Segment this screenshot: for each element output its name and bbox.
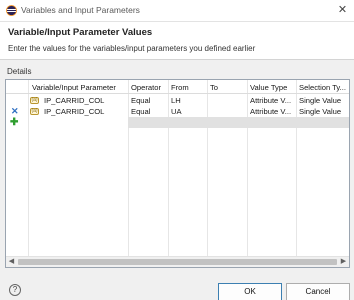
column-header-to[interactable]: To [208,82,246,93]
value-type-cell[interactable]: Attribute V... [248,106,295,117]
operator-cell[interactable]: Equal [129,95,167,106]
scrollbar-thumb[interactable] [18,259,337,265]
dialog-description: Enter the values for the variables/input… [8,44,256,53]
parameter-icon: (a) [30,97,39,104]
parameter-cell[interactable]: IP_CARRID_COL [42,95,127,106]
column-header-value-type[interactable]: Value Type [248,82,295,93]
close-icon[interactable]: ✕ [334,2,351,19]
parameter-table: Variable/Input Parameter Operator From T… [5,79,350,268]
column-header-from[interactable]: From [169,82,206,93]
ok-button[interactable]: OK [218,283,282,300]
title-bar: Variables and Input Parameters ✕ [0,0,354,22]
cancel-button[interactable]: Cancel [286,283,350,300]
scroll-right-icon[interactable]: ▶ [338,257,349,267]
table-header: Variable/Input Parameter Operator From T… [6,82,349,94]
horizontal-scrollbar[interactable]: ◀ ▶ [6,256,349,267]
from-cell[interactable]: LH [169,95,206,106]
help-icon[interactable]: ? [9,284,21,296]
operator-cell[interactable]: Equal [129,106,167,117]
column-header-operator[interactable]: Operator [129,82,167,93]
parameter-icon: (a) [30,108,39,115]
selection-type-cell[interactable]: Single Value [297,106,349,117]
add-row[interactable]: ✚ [6,117,349,128]
delete-icon[interactable]: ✕ [11,106,19,117]
column-header-selection-type[interactable]: Selection Ty... [297,82,349,93]
to-cell[interactable] [208,95,246,106]
parameter-cell[interactable]: IP_CARRID_COL [42,106,127,117]
table-row[interactable]: ✕ (a) IP_CARRID_COL Equal UA Attribute V… [6,106,349,117]
from-cell[interactable]: UA [169,106,206,117]
to-cell[interactable] [208,106,246,117]
table-row[interactable]: (a) IP_CARRID_COL Equal LH Attribute V..… [6,95,349,106]
window-title: Variables and Input Parameters [21,5,140,15]
dialog-footer: ? OK Cancel [0,272,354,300]
dialog-title: Variable/Input Parameter Values [8,27,153,38]
eclipse-icon [6,5,17,16]
empty-row-fill [128,117,349,128]
dialog-header: Variable/Input Parameter Values Enter th… [0,22,354,60]
selection-type-cell[interactable]: Single Value [297,95,349,106]
value-type-cell[interactable]: Attribute V... [248,95,295,106]
details-label: Details [7,67,32,76]
column-header-parameter[interactable]: Variable/Input Parameter [30,82,127,93]
scroll-left-icon[interactable]: ◀ [6,257,17,267]
add-icon[interactable]: ✚ [10,117,18,128]
